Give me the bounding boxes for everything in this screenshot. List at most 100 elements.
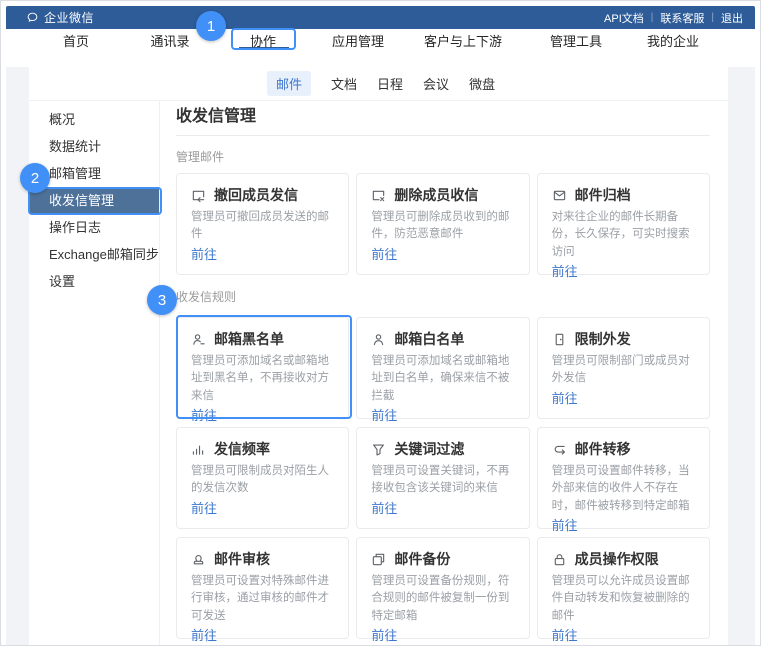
topbar-link-separator: | (651, 12, 654, 23)
go-link-keyword-filter[interactable]: 前往 (371, 498, 397, 517)
card-description: 管理员可设置关键词，不再接收包含该关键词的来信 (371, 463, 514, 498)
card-member-permission: 成员操作权限管理员可以允许成员设置邮件自动转发和恢复被删除的邮件前往 (537, 537, 710, 639)
annotation-step-3: 3 (147, 285, 177, 315)
card-title: 成员操作权限 (575, 551, 659, 567)
go-link-mail-archive[interactable]: 前往 (552, 261, 578, 280)
restrict-outgoing-icon (552, 332, 567, 347)
card-mail-archive: 邮件归档对来往企业的邮件长期备份，长久保存，可实时搜索访问前往 (537, 173, 710, 275)
card-whitelist: 邮箱白名单管理员可添加域名或邮箱地址到白名单，确保来信不被拦截前往 (356, 317, 529, 419)
nav-item-5[interactable]: 管理工具 (550, 31, 602, 50)
sidebar-item-1[interactable]: 数据统计 (29, 133, 159, 160)
card-title: 邮件归档 (575, 187, 631, 203)
go-link-member-permission[interactable]: 前往 (552, 625, 578, 644)
section-label: 管理邮件 (176, 149, 710, 165)
blacklist-icon (191, 332, 206, 347)
send-frequency-icon (191, 442, 206, 457)
nav-item-4[interactable]: 客户与上下游 (424, 31, 502, 50)
topbar-links: API文档 | 联系客服 | 退出 (604, 10, 743, 26)
topbar-link-separator: | (711, 12, 714, 23)
card-grid: 邮箱黑名单管理员可添加域名或邮箱地址到黑名单，不再接收对方来信前往邮箱白名单管理… (176, 317, 710, 639)
card-title: 关键词过滤 (394, 441, 464, 457)
go-link-send-frequency[interactable]: 前往 (191, 498, 217, 517)
card-description: 对来往企业的邮件长期备份，长久保存，可实时搜索访问 (552, 209, 695, 261)
mail-archive-icon (552, 188, 567, 203)
nav-item-0[interactable]: 首页 (63, 31, 89, 50)
topbar-link-0[interactable]: API文档 (604, 10, 644, 26)
nav-item-2[interactable]: 协作 (250, 31, 276, 50)
card-description: 管理员可限制成员对陌生人的发信次数 (191, 463, 334, 498)
subtab-0[interactable]: 邮件 (267, 71, 311, 96)
card-description: 管理员可撤回成员发送的邮件 (191, 209, 334, 244)
card-mail-backup: 邮件备份管理员可设置备份规则，符合规则的邮件被复制一份到特定邮箱前往 (356, 537, 529, 639)
topbar-link-1[interactable]: 联系客服 (660, 10, 704, 26)
card-title-row: 邮件转移 (552, 441, 695, 457)
subtab-3[interactable]: 会议 (423, 74, 449, 93)
sidebar-item-3[interactable]: 收发信管理 (29, 187, 159, 214)
keyword-filter-icon (371, 442, 386, 457)
card-title: 邮件转移 (575, 441, 631, 457)
go-link-mail-transfer[interactable]: 前往 (552, 515, 578, 534)
section-label: 收发信规则 (176, 289, 710, 305)
card-title-row: 邮箱黑名单 (191, 331, 334, 347)
card-title: 邮箱黑名单 (214, 331, 284, 347)
sidebar-item-0[interactable]: 概况 (29, 106, 159, 133)
card-restrict-outgoing: 限制外发管理员可限制部门或成员对外发信前往 (537, 317, 710, 419)
go-link-mail-backup[interactable]: 前往 (371, 625, 397, 644)
card-mail-transfer: 邮件转移管理员可设置邮件转移，当外部来信的收件人不存在时，邮件被转移到特定邮箱前… (537, 427, 710, 529)
go-link-mail-recall[interactable]: 前往 (191, 244, 217, 263)
page-title: 收发信管理 (176, 108, 710, 126)
app-logo-text: 企业微信 (44, 9, 94, 26)
sidebar-item-6[interactable]: 设置 (29, 268, 159, 295)
subtab-4[interactable]: 微盘 (469, 74, 495, 93)
sidebar-item-5[interactable]: Exchange邮箱同步 (29, 241, 159, 268)
go-link-restrict-outgoing[interactable]: 前往 (552, 388, 578, 407)
card-description: 管理员可设置备份规则，符合规则的邮件被复制一份到特定邮箱 (371, 573, 514, 625)
subtab-bar: 邮件 文档 日程 会议 微盘 (29, 67, 728, 101)
card-title-row: 限制外发 (552, 331, 695, 347)
nav-item-6[interactable]: 我的企业 (647, 31, 699, 50)
mail-transfer-icon (552, 442, 567, 457)
go-link-mail-delete[interactable]: 前往 (371, 244, 397, 263)
mail-backup-icon (371, 552, 386, 567)
card-description: 管理员可设置邮件转移，当外部来信的收件人不存在时，邮件被转移到特定邮箱 (552, 463, 695, 515)
section-mail-rules: 收发信规则 邮箱黑名单管理员可添加域名或邮箱地址到黑名单，不再接收对方来信前往邮… (176, 289, 710, 639)
main-panel: 邮件文档日程会议微盘 概况数据统计邮箱管理收发信管理操作日志Exchange邮箱… (29, 67, 728, 646)
go-link-mail-audit[interactable]: 前往 (191, 625, 217, 644)
content: 收发信管理 管理邮件 撤回成员发信管理员可撤回成员发送的邮件前往删除成员收信管理… (160, 101, 728, 646)
card-title-row: 撤回成员发信 (191, 187, 334, 203)
card-title: 限制外发 (575, 331, 631, 347)
card-blacklist: 邮箱黑名单管理员可添加域名或邮箱地址到黑名单，不再接收对方来信前往 (176, 317, 349, 419)
mail-audit-icon (191, 552, 206, 567)
card-grid: 撤回成员发信管理员可撤回成员发送的邮件前往删除成员收信管理员可删除成员收到的邮件… (176, 173, 710, 275)
whitelist-icon (371, 332, 386, 347)
nav-item-3[interactable]: 应用管理 (332, 31, 384, 50)
go-link-whitelist[interactable]: 前往 (371, 405, 397, 424)
card-title-row: 成员操作权限 (552, 551, 695, 567)
card-title: 撤回成员发信 (214, 187, 298, 203)
main-nav: 首页 通讯录 协作 应用管理 客户与上下游 管理工具 我的企业 (6, 29, 755, 49)
topbar-link-2[interactable]: 退出 (721, 10, 743, 26)
card-title: 邮件备份 (394, 551, 450, 567)
card-mail-recall: 撤回成员发信管理员可撤回成员发送的邮件前往 (176, 173, 349, 275)
card-description: 管理员可添加域名或邮箱地址到黑名单，不再接收对方来信 (191, 353, 334, 405)
card-description: 管理员可限制部门或成员对外发信 (552, 353, 695, 388)
topbar: 企业微信 API文档 | 联系客服 | 退出 (6, 6, 755, 29)
title-divider (176, 135, 710, 136)
card-mail-audit: 邮件审核管理员可设置对特殊邮件进行审核，通过审核的邮件才可发送前往 (176, 537, 349, 639)
annotation-step-2: 2 (20, 163, 50, 193)
section-manage-mail: 管理邮件 撤回成员发信管理员可撤回成员发送的邮件前往删除成员收信管理员可删除成员… (176, 149, 710, 275)
mail-delete-icon (371, 188, 386, 203)
card-title-row: 邮件审核 (191, 551, 334, 567)
chat-bubble-icon (26, 11, 39, 24)
card-keyword-filter: 关键词过滤管理员可设置关键词，不再接收包含该关键词的来信前往 (356, 427, 529, 529)
sidebar-item-4[interactable]: 操作日志 (29, 214, 159, 241)
card-description: 管理员可以允许成员设置邮件自动转发和恢复被删除的邮件 (552, 573, 695, 625)
screen: 企业微信 API文档 | 联系客服 | 退出 首页 通讯录 协作 应用管理 客户与上下游 管理工具… (0, 0, 761, 646)
nav-item-1[interactable]: 通讯录 (150, 31, 189, 50)
card-send-frequency: 发信频率管理员可限制成员对陌生人的发信次数前往 (176, 427, 349, 529)
subtab-2[interactable]: 日程 (377, 74, 403, 93)
card-description: 管理员可设置对特殊邮件进行审核，通过审核的邮件才可发送 (191, 573, 334, 625)
card-title: 发信频率 (214, 441, 270, 457)
go-link-blacklist[interactable]: 前往 (191, 405, 217, 424)
subtab-1[interactable]: 文档 (331, 74, 357, 93)
